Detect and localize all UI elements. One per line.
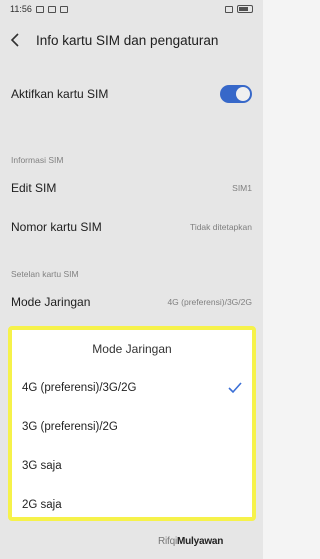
watermark: RifqiMulyawan xyxy=(158,536,223,547)
option-label: 2G saja xyxy=(22,498,62,511)
option-3g-only[interactable]: 3G saja xyxy=(12,446,252,485)
dialog-title: Mode Jaringan xyxy=(92,342,172,356)
option-label: 3G (preferensi)/2G xyxy=(22,420,118,433)
checkmark-icon xyxy=(228,381,242,394)
option-4g-3g-2g[interactable]: 4G (preferensi)/3G/2G xyxy=(12,368,252,407)
screen: 11:56 Info kartu SIM dan pengaturan Akti… xyxy=(0,0,263,559)
option-label: 3G saja xyxy=(22,459,62,472)
watermark-part2: Mulyawan xyxy=(177,536,224,547)
option-label: 4G (preferensi)/3G/2G xyxy=(22,381,137,394)
option-2g-only[interactable]: 2G saja xyxy=(12,485,252,524)
network-mode-dialog: Mode Jaringan 4G (preferensi)/3G/2G 3G (… xyxy=(8,326,256,521)
watermark-part1: Rifqi xyxy=(158,536,178,547)
option-3g-2g[interactable]: 3G (preferensi)/2G xyxy=(12,407,252,446)
